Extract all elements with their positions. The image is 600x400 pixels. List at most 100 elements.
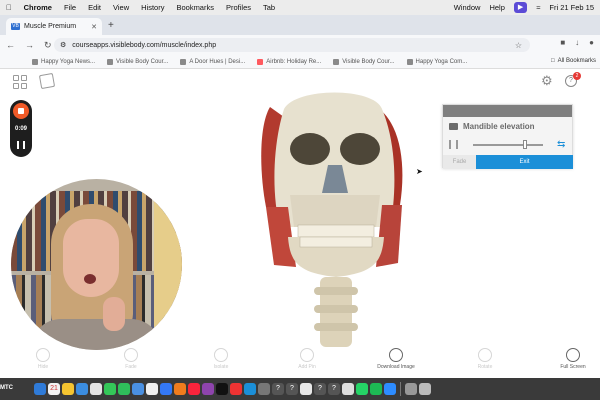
rotate-tool[interactable]: Rotate xyxy=(460,348,510,370)
menu-file[interactable]: File xyxy=(64,3,76,12)
menu-tab[interactable]: Tab xyxy=(263,3,275,12)
download-image-tool[interactable]: Download Image xyxy=(371,348,421,370)
pause-animation-icon[interactable] xyxy=(449,140,458,149)
preview-icon[interactable] xyxy=(342,383,354,395)
finder-icon[interactable] xyxy=(34,383,46,395)
spotify-icon[interactable] xyxy=(370,383,382,395)
recorder-widget: 0:09 xyxy=(10,100,32,157)
menu-app-name[interactable]: Chrome xyxy=(24,3,52,12)
screen-recorder-icon[interactable] xyxy=(300,383,312,395)
extensions-icon[interactable]: ■ xyxy=(560,38,565,47)
loop-icon[interactable]: ⇆ xyxy=(557,139,565,150)
news-icon[interactable] xyxy=(230,383,242,395)
hide-icon xyxy=(36,348,50,362)
tab-bar: VB Muscle Premium ✕ + xyxy=(0,15,600,35)
bookmark-item[interactable]: Happy Yoga News... xyxy=(32,58,95,65)
url-field[interactable]: ⚙ courseapps.visiblebody.com/muscle/inde… xyxy=(54,38,530,52)
calendar-icon[interactable]: 21 xyxy=(48,383,60,395)
dock: 21 ? ? ? ? xyxy=(0,378,600,400)
all-bookmarks[interactable]: □ All Bookmarks xyxy=(551,58,596,64)
wifi-icon[interactable]: ≈ xyxy=(536,3,540,12)
app-store-icon[interactable] xyxy=(244,383,256,395)
podcasts-icon[interactable] xyxy=(202,383,214,395)
address-bar-row: ← → ↻ ⚙ courseapps.visiblebody.com/muscl… xyxy=(0,35,600,55)
pin-icon xyxy=(300,348,314,362)
tv-icon[interactable] xyxy=(216,383,228,395)
downloads-folder-icon[interactable] xyxy=(405,383,417,395)
screen-record-icon[interactable]: ▶ xyxy=(513,2,528,13)
chrome-icon[interactable] xyxy=(146,383,158,395)
menu-window[interactable]: Window xyxy=(454,3,481,12)
full-screen-icon xyxy=(566,348,580,362)
pause-icon[interactable] xyxy=(17,141,25,149)
new-tab-button[interactable]: + xyxy=(108,20,114,31)
menu-view[interactable]: View xyxy=(113,3,129,12)
mail-icon[interactable] xyxy=(76,383,88,395)
skull-model[interactable] xyxy=(256,87,416,349)
bookmark-item[interactable]: Visible Body Cour... xyxy=(107,58,168,65)
bookmark-item[interactable]: Airbnb: Holiday Re... xyxy=(257,58,321,65)
download-icon xyxy=(389,348,403,362)
reload-icon[interactable]: ↻ xyxy=(44,40,52,51)
isolate-icon xyxy=(214,348,228,362)
site-info-icon[interactable]: ⚙ xyxy=(60,41,66,49)
keynote-icon[interactable] xyxy=(160,383,172,395)
animation-slider-knob[interactable] xyxy=(522,140,527,149)
app-viewport[interactable]: ⚙ ? 2 0:09 Mandible elevation ⇆ Fade Exi… xyxy=(0,69,600,378)
pages-icon[interactable] xyxy=(174,383,186,395)
forward-icon[interactable]: → xyxy=(25,40,34,50)
grid-menu-icon[interactable] xyxy=(13,75,27,89)
unknown-app-icon[interactable]: ? xyxy=(328,383,340,395)
music-icon[interactable] xyxy=(188,383,200,395)
photos-icon[interactable] xyxy=(90,383,102,395)
add-pin-tool[interactable]: Add Pin xyxy=(282,348,332,370)
views-icon[interactable] xyxy=(38,72,56,90)
clock[interactable]: Fri 21 Feb 15 xyxy=(549,3,594,12)
orbit-right xyxy=(290,133,330,165)
webcam-bubble[interactable] xyxy=(11,179,182,350)
apple-icon[interactable]:  xyxy=(6,3,12,12)
panel-header[interactable] xyxy=(443,105,572,117)
bookmark-item[interactable]: Visible Body Cour... xyxy=(333,58,395,65)
gear-icon[interactable]: ⚙ xyxy=(541,73,553,89)
menu-bookmarks[interactable]: Bookmarks xyxy=(176,3,214,12)
close-tab-icon[interactable]: ✕ xyxy=(91,23,97,31)
facetime-icon[interactable] xyxy=(118,383,130,395)
menu-edit[interactable]: Edit xyxy=(88,3,101,12)
bookmark-item[interactable]: Happy Yoga Com... xyxy=(406,58,467,65)
messages-icon[interactable] xyxy=(104,383,116,395)
exit-button[interactable]: Exit xyxy=(476,155,573,169)
back-icon[interactable]: ← xyxy=(6,40,15,50)
fade-button[interactable]: Fade xyxy=(443,155,476,169)
maps-icon[interactable] xyxy=(132,383,144,395)
full-screen-tool[interactable]: Full Screen xyxy=(548,348,598,370)
menu-profiles[interactable]: Profiles xyxy=(226,3,251,12)
download-icon[interactable]: ↓ xyxy=(575,38,579,47)
unknown-app-icon[interactable]: ? xyxy=(286,383,298,395)
upper-teeth xyxy=(297,224,375,238)
hide-tool[interactable]: Hide xyxy=(18,348,68,370)
animation-slider-track[interactable] xyxy=(473,144,543,146)
isolate-tool[interactable]: Isolate xyxy=(196,348,246,370)
bookmark-item[interactable]: A Door Hues | Desi... xyxy=(180,58,245,65)
bookmark-favicon-icon xyxy=(107,58,114,65)
unknown-app-icon[interactable]: ? xyxy=(314,383,326,395)
bookmark-favicon-icon xyxy=(180,58,187,65)
bookmark-favicon-icon xyxy=(406,58,413,65)
bookmark-favicon-icon xyxy=(333,58,340,65)
stop-recording-button[interactable] xyxy=(13,103,29,119)
fade-tool[interactable]: Fade xyxy=(106,348,156,370)
zoom-icon[interactable] xyxy=(384,383,396,395)
browser-tab[interactable]: VB Muscle Premium ✕ xyxy=(6,18,102,35)
menu-help[interactable]: Help xyxy=(489,3,504,12)
whatsapp-icon[interactable] xyxy=(356,383,368,395)
settings-icon[interactable] xyxy=(258,383,270,395)
menu-history[interactable]: History xyxy=(141,3,164,12)
profile-icon[interactable]: ● xyxy=(589,38,594,47)
person-face xyxy=(63,219,119,297)
bookmark-star-icon[interactable]: ☆ xyxy=(515,41,522,50)
notes-icon[interactable] xyxy=(62,383,74,395)
trash-icon[interactable] xyxy=(419,383,431,395)
vertebra xyxy=(314,323,358,331)
unknown-app-icon[interactable]: ? xyxy=(272,383,284,395)
